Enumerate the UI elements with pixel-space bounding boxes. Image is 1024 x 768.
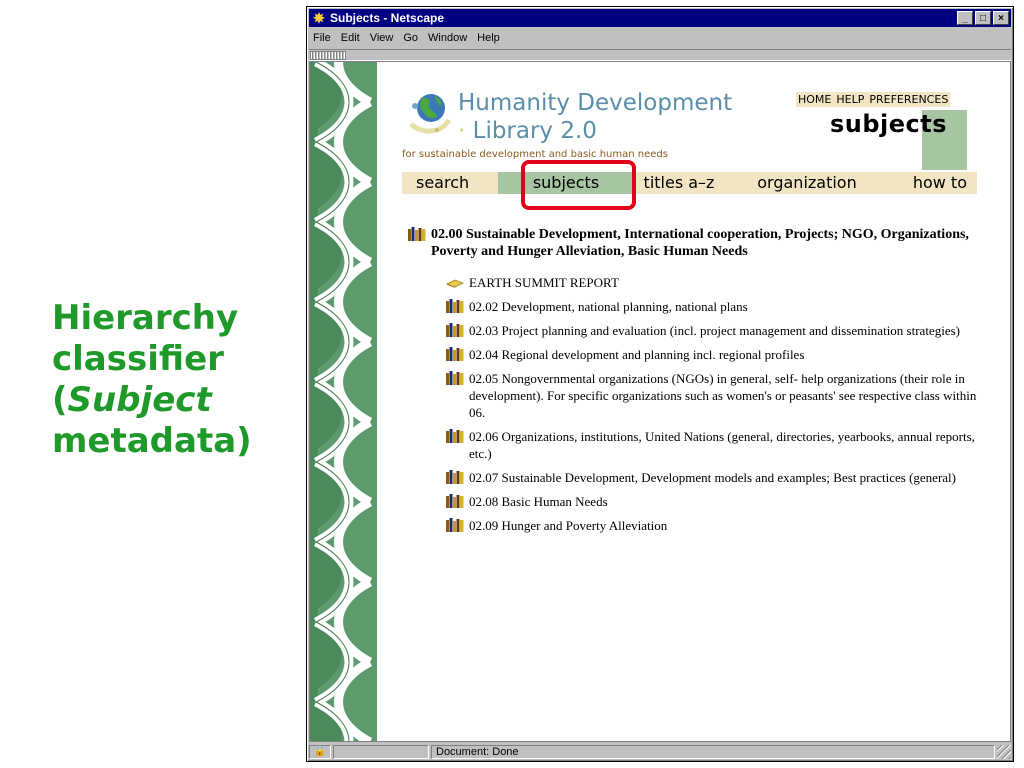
menu-go[interactable]: Go	[398, 32, 423, 44]
top-links: HOME HELP PREFERENCES	[796, 92, 951, 107]
bookshelf-icon[interactable]	[446, 371, 464, 385]
tree-item-label: 02.05 Nongovernmental organizations (NGO…	[469, 371, 977, 420]
tree-item-label: 02.07 Sustainable Development, Developme…	[469, 470, 956, 485]
tree-item[interactable]: 02.02 Development, national planning, na…	[446, 298, 988, 315]
close-button[interactable]: ×	[993, 11, 1009, 25]
braid-pattern-icon	[310, 62, 377, 741]
preferences-link[interactable]: PREFERENCES	[869, 93, 948, 106]
library-title-line1: Humanity Development	[458, 90, 733, 116]
bookshelf-icon[interactable]	[446, 429, 464, 443]
tree-item-earth-summit[interactable]: EARTH SUMMIT REPORT	[446, 274, 988, 291]
nav-bar: search subjects titles a–z organization …	[402, 172, 977, 194]
help-link[interactable]: HELP	[836, 93, 864, 106]
page-title: subjects	[830, 110, 948, 138]
window-controls: _ □ ×	[957, 11, 1009, 25]
tab-subjects[interactable]: subjects	[498, 172, 634, 194]
tab-organization[interactable]: organization	[724, 172, 882, 194]
bookshelf-icon[interactable]	[446, 323, 464, 337]
home-link[interactable]: HOME	[798, 93, 831, 106]
tree-root-label: 02.00 Sustainable Development, Internati…	[431, 227, 969, 259]
tree-item-label: 02.02 Development, national planning, na…	[469, 299, 748, 314]
tab-search[interactable]: search	[402, 172, 498, 194]
library-title-line2: · Library 2.0	[458, 118, 597, 144]
globe-icon	[409, 94, 451, 134]
window-title: Subjects - Netscape	[330, 11, 445, 25]
menu-bar: File Edit View Go Window Help	[309, 28, 1011, 48]
tree-item-label: 02.04 Regional development and planning …	[469, 347, 805, 362]
maximize-button[interactable]: □	[975, 11, 991, 25]
tree-item[interactable]: 02.04 Regional development and planning …	[446, 346, 988, 363]
page-content[interactable]: Humanity Development · Library 2.0 for s…	[309, 61, 1011, 742]
minimize-button[interactable]: _	[957, 11, 973, 25]
browser-window: ✵ Subjects - Netscape _ □ × File Edit Vi…	[306, 6, 1014, 762]
security-lock-icon[interactable]: 🔓	[309, 745, 331, 759]
open-book-icon[interactable]	[446, 275, 464, 289]
tree-item-label: 02.06 Organizations, institutions, Unite…	[469, 429, 975, 461]
status-text: Document: Done	[431, 745, 995, 759]
bookshelf-icon[interactable]	[446, 347, 464, 361]
status-bar: 🔓 Document: Done	[309, 744, 1011, 760]
library-logo[interactable]: Humanity Development · Library 2.0 for s…	[402, 88, 742, 168]
resize-grip-icon[interactable]	[997, 745, 1011, 759]
collapsed-toolbar	[309, 49, 1011, 61]
menu-file[interactable]: File	[309, 32, 336, 44]
subject-tree: 02.00 Sustainable Development, Internati…	[408, 226, 988, 541]
title-bar[interactable]: ✵ Subjects - Netscape _ □ ×	[309, 9, 1011, 27]
bookshelf-icon[interactable]	[446, 299, 464, 313]
caption-line: metadata)	[52, 421, 252, 461]
tree-item[interactable]: 02.03 Project planning and evaluation (i…	[446, 322, 988, 339]
tree-children: EARTH SUMMIT REPORT 02.02 Development, n…	[408, 274, 988, 534]
caption-italic-word: Subject	[67, 380, 212, 420]
library-tagline: for sustainable development and basic hu…	[402, 149, 668, 160]
caption-line: Hierarchy	[52, 298, 239, 338]
tree-item[interactable]: 02.09 Hunger and Poverty Alleviation	[446, 517, 988, 534]
tree-item-label: EARTH SUMMIT REPORT	[469, 275, 619, 290]
dot-icon: ·	[458, 118, 466, 144]
tree-item[interactable]: 02.05 Nongovernmental organizations (NGO…	[446, 370, 988, 421]
bookshelf-icon[interactable]	[446, 470, 464, 484]
slide-caption: Hierarchy classifier (Subject metadata)	[52, 298, 277, 462]
braid-decoration	[310, 62, 377, 741]
tree-root-node[interactable]: 02.00 Sustainable Development, Internati…	[408, 226, 988, 260]
tab-titles-a-z[interactable]: titles a–z	[634, 172, 724, 194]
tree-item[interactable]: 02.06 Organizations, institutions, Unite…	[446, 428, 988, 462]
tree-item-label: 02.09 Hunger and Poverty Alleviation	[469, 518, 668, 533]
toolbar-grip-handle[interactable]	[310, 51, 346, 60]
menu-view[interactable]: View	[365, 32, 399, 44]
menu-help[interactable]: Help	[472, 32, 505, 44]
tree-item[interactable]: 02.08 Basic Human Needs	[446, 493, 988, 510]
tab-how-to[interactable]: how to	[882, 172, 977, 194]
progress-pane	[333, 745, 429, 759]
tree-item[interactable]: 02.07 Sustainable Development, Developme…	[446, 469, 988, 486]
menu-edit[interactable]: Edit	[336, 32, 365, 44]
tree-item-label: 02.03 Project planning and evaluation (i…	[469, 323, 960, 338]
bookshelf-icon[interactable]	[408, 227, 426, 241]
caption-paren: (	[52, 380, 68, 420]
bookshelf-icon[interactable]	[446, 494, 464, 508]
caption-line: classifier	[52, 339, 224, 379]
bookshelf-icon[interactable]	[446, 518, 464, 532]
netscape-icon[interactable]: ✵	[311, 10, 327, 26]
caption-line: (Subject	[52, 380, 277, 421]
menu-window[interactable]: Window	[423, 32, 472, 44]
tree-item-label: 02.08 Basic Human Needs	[469, 494, 608, 509]
